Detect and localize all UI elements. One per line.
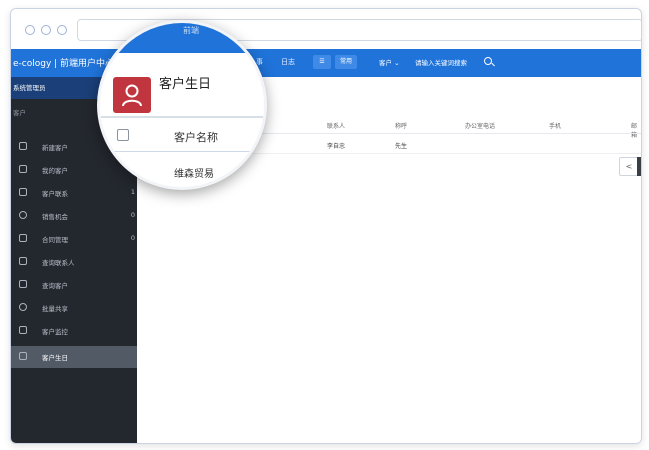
column-header-customer-name[interactable]: 客户名称 xyxy=(174,129,218,145)
sidebar-item-label: 查询联系人 xyxy=(42,259,75,267)
sidebar-item-count: 0 xyxy=(130,211,135,219)
contract-icon xyxy=(19,234,27,242)
sidebar-item-label: 查询客户 xyxy=(42,282,68,290)
sidebar-item-label: 批量共享 xyxy=(42,305,68,313)
magnified-top-text: 前端 xyxy=(183,26,199,35)
nav-item-log[interactable]: 日志 xyxy=(281,57,295,67)
window-maximize-dot[interactable] xyxy=(57,25,67,35)
sidebar-item-label: 合同管理 xyxy=(42,236,68,244)
user-icon xyxy=(113,77,151,113)
cell-title: 先生 xyxy=(395,143,408,150)
coin-icon xyxy=(19,211,27,219)
search-input[interactable]: 请输入关键词搜索 xyxy=(415,57,467,67)
menu-icon: ☰ xyxy=(319,58,325,65)
column-header-mobile[interactable]: 手机 xyxy=(549,121,561,130)
window-minimize-dot[interactable] xyxy=(41,25,51,35)
page-title: 客户生日 xyxy=(159,77,212,92)
customer-search-icon xyxy=(19,280,27,288)
common-menu-button[interactable]: 常用 xyxy=(335,55,357,69)
cake-icon xyxy=(19,352,27,360)
prev-page-button[interactable]: < xyxy=(619,157,639,176)
sidebar-item-label: 客户生日 xyxy=(42,354,68,362)
sidebar-item-count: 0 xyxy=(130,234,135,242)
column-header-contact[interactable]: 联系人 xyxy=(327,121,345,130)
contact-icon xyxy=(19,188,27,196)
users-icon xyxy=(19,165,27,173)
contact-search-icon xyxy=(19,257,27,265)
sidebar-item-search-customers[interactable]: 查询客户 xyxy=(11,274,137,296)
select-all-checkbox[interactable] xyxy=(117,129,129,141)
magnified-top-bar: 前端 xyxy=(100,23,264,53)
sidebar-item-count: 1 xyxy=(130,188,135,196)
sidebar-section-label: 客户 xyxy=(13,109,26,117)
sidebar-item-customer-birthday[interactable]: 客户生日 xyxy=(11,346,137,368)
column-header-office-phone[interactable]: 办公室电话 xyxy=(465,121,495,130)
title-divider xyxy=(100,116,264,118)
scrollbar-edge xyxy=(637,157,641,176)
sidebar-item-contract-management[interactable]: 合同管理 0 xyxy=(11,228,137,250)
monitor-icon xyxy=(19,326,27,334)
sidebar-item-label: 销售机会 xyxy=(42,213,68,221)
cell-contact: 李自忠 xyxy=(327,143,346,150)
column-header-email[interactable]: 邮箱 xyxy=(631,121,641,139)
sidebar-item-my-customers[interactable]: 我的客户 xyxy=(11,159,137,181)
sidebar-item-search-contacts[interactable]: 查询联系人 xyxy=(11,251,137,273)
column-header-title[interactable]: 称呼 xyxy=(395,121,407,130)
sidebar-item-label: 客户监控 xyxy=(42,328,68,336)
menu-grid-button[interactable]: ☰ xyxy=(313,55,331,69)
sidebar-item-customer-contact[interactable]: 客户联系 1 xyxy=(11,182,137,204)
window-close-dot[interactable] xyxy=(25,25,35,35)
zoom-magnifier: 前端 客户生日 客户名称 维森贸易 xyxy=(97,20,267,190)
user-add-icon xyxy=(19,142,27,150)
sidebar-item-label: 我的客户 xyxy=(42,167,68,175)
share-icon xyxy=(19,303,27,311)
search-icon[interactable] xyxy=(484,57,492,65)
brand-title: e-cology | 前端用户中心 xyxy=(13,59,115,69)
sidebar-item-label: 新建客户 xyxy=(42,144,68,152)
sidebar-item-customer-monitor[interactable]: 客户监控 xyxy=(11,320,137,342)
header-divider xyxy=(100,151,264,152)
module-select[interactable]: 客户 ⌄ xyxy=(379,57,400,67)
sidebar-item-sales-opportunity[interactable]: 销售机会 0 xyxy=(11,205,137,227)
chevron-down-icon: ⌄ xyxy=(394,59,400,67)
sidebar-item-label: 客户联系 xyxy=(42,190,68,198)
sidebar-item-batch-share[interactable]: 批量共享 xyxy=(11,297,137,319)
cell-customer-name[interactable]: 维森贸易 xyxy=(174,165,214,180)
module-select-label: 客户 xyxy=(379,59,392,67)
